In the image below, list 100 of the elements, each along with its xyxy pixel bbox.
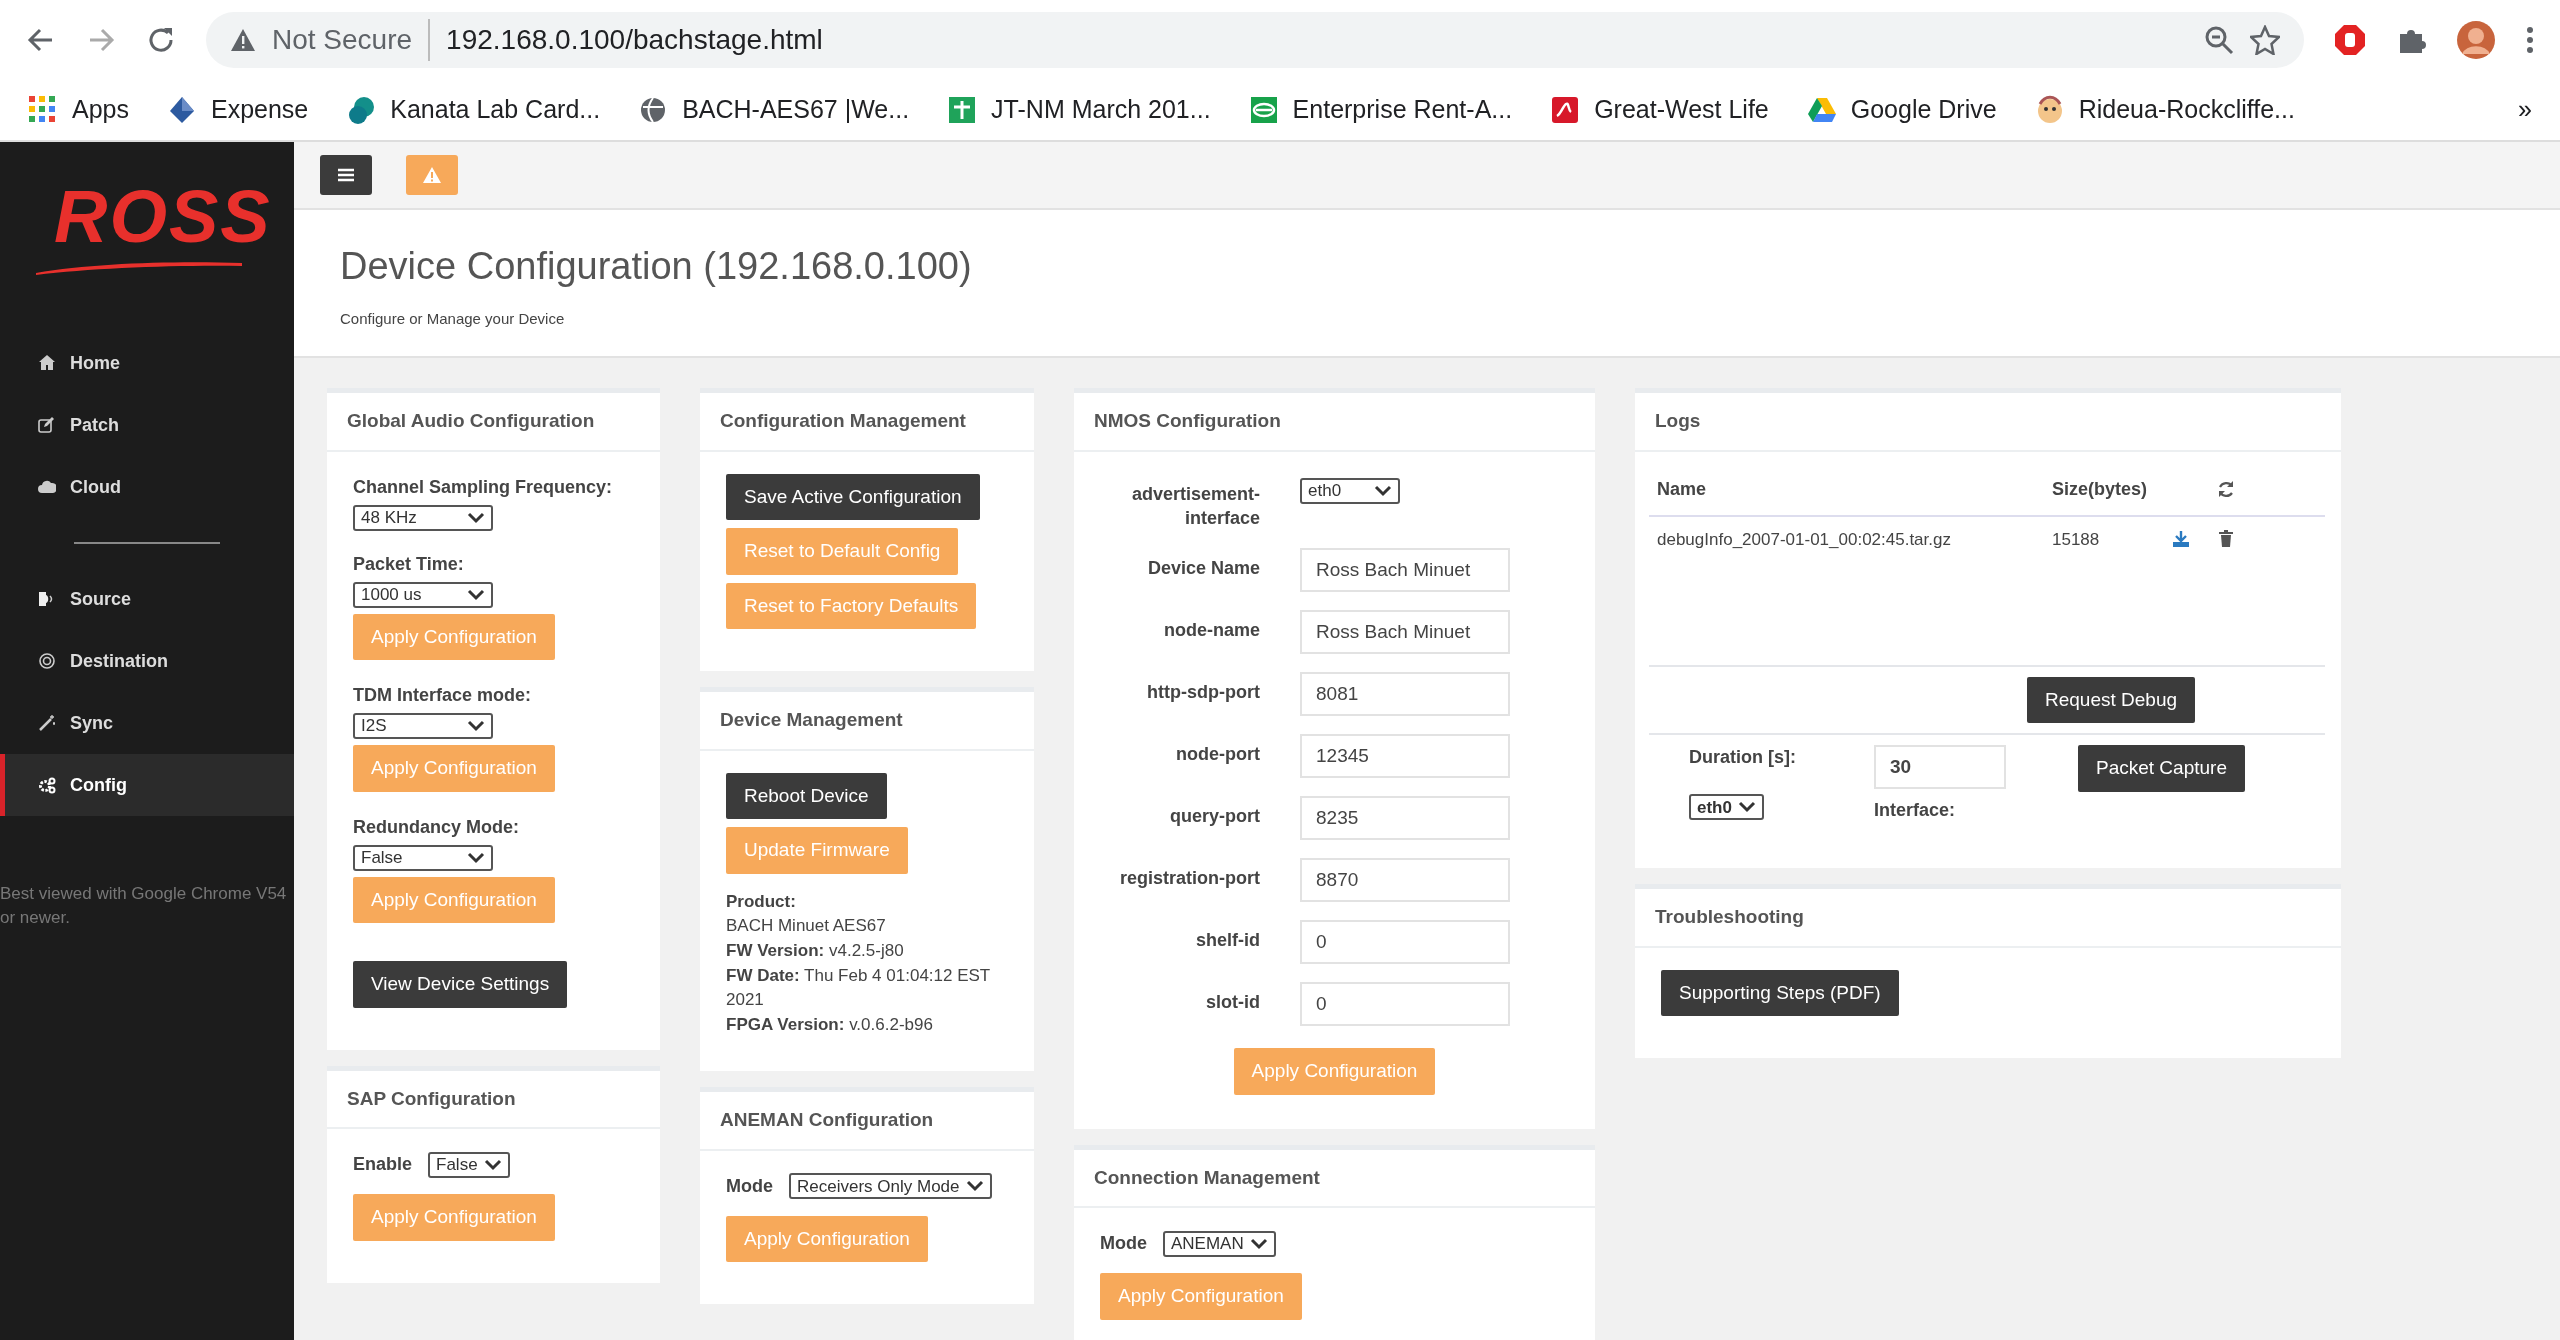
field-label: node-name (1163, 619, 1260, 643)
input-field[interactable]: 30 (1874, 745, 2006, 790)
trash-icon[interactable] (2218, 530, 2234, 549)
script-logo-icon (1550, 95, 1581, 125)
panel-title: Device Management (700, 692, 1034, 751)
field-label: node-port (1175, 743, 1260, 767)
dark-button[interactable]: Packet Capture (2078, 745, 2245, 792)
chevron-icon (1249, 1237, 1268, 1250)
input-field[interactable]: Ross Bach Minuet (1300, 610, 1510, 655)
dropdown[interactable]: I2S (353, 713, 493, 740)
bookmark-link[interactable]: Google Drive (1806, 91, 1997, 129)
field-label: Device Name (1146, 557, 1260, 581)
page-title: Device Configuration (192.168.0.100) (340, 244, 973, 289)
dropdown[interactable]: Receivers Only Mode (789, 1173, 992, 1200)
chevron-icon (467, 511, 485, 524)
field-label: shelf-id (1195, 929, 1260, 953)
field-label: Enable (353, 1153, 413, 1177)
more-icon[interactable] (2526, 25, 2534, 55)
ross-logo: ROSS (34, 180, 272, 278)
info-text: FPGA Version: v.0.6.2-b96 (726, 1013, 934, 1036)
cross-square-icon (947, 95, 978, 125)
table-cell-text: debugInfo_2007-01-01_00:02:45.tar.gz (1657, 528, 1952, 551)
field-label: query-port (1169, 805, 1260, 829)
table-cell-text: 15188 (2052, 528, 2101, 551)
dropdown[interactable]: eth0 (1689, 794, 1764, 821)
input-field[interactable]: 8870 (1300, 858, 1510, 903)
menu-icon (337, 167, 355, 183)
sidebar-item[interactable]: Sync (0, 692, 294, 754)
sidebar-item[interactable]: Config (0, 754, 294, 816)
panel-title: NMOS Configuration (1074, 393, 1595, 452)
security-label: Not Secure (272, 19, 431, 61)
field-label: Interface: (1874, 799, 1957, 823)
chevron-icon (467, 720, 485, 733)
input-field[interactable]: Ross Bach Minuet (1300, 548, 1510, 593)
column-header: Size(bytes) (2052, 477, 2149, 501)
refresh-icon[interactable] (2217, 480, 2235, 499)
zoom-icon[interactable] (2204, 25, 2234, 55)
bookmark-link[interactable]: Apps (28, 91, 129, 129)
dark-button[interactable]: Request Debug (2027, 676, 2196, 724)
warning-icon (230, 28, 256, 52)
page-subtitle: Configure or Manage your Device (340, 308, 566, 329)
dark-button[interactable]: View Device Settings (353, 961, 568, 1008)
field-label: Channel Sampling Frequency: (353, 475, 613, 499)
sidebar-item[interactable]: Cloud (0, 456, 294, 518)
info-text: Product: (726, 890, 797, 913)
panel-title: ANEMAN Configuration (700, 1092, 1034, 1151)
dropdown[interactable]: False (353, 844, 493, 871)
dropdown[interactable]: 1000 us (353, 581, 493, 608)
input-field[interactable]: 8235 (1300, 796, 1510, 841)
field-label: http-sdp-port (1146, 681, 1260, 705)
sidebar-item[interactable]: Destination (0, 630, 294, 692)
panel-title: Connection Management (1074, 1149, 1595, 1209)
menu-button[interactable] (320, 155, 372, 195)
column-header: Name (1657, 477, 1708, 501)
panel-title: Troubleshooting (1635, 889, 2341, 948)
panel-title: Configuration Management (700, 393, 1034, 452)
magic-wand-icon (38, 714, 56, 732)
dropdown[interactable]: eth0 (1300, 477, 1400, 504)
field-label: Redundancy Mode: (353, 815, 519, 839)
apps-grid-icon (28, 95, 58, 125)
edit-icon (38, 416, 56, 434)
input-field[interactable]: 0 (1300, 982, 1510, 1027)
chevron-icon (965, 1180, 984, 1193)
input-field[interactable]: 0 (1300, 920, 1510, 965)
diamond-logo-icon (167, 95, 197, 125)
panel-title: SAP Configuration (327, 1070, 660, 1130)
info-text: FW Version: v4.2.5-j80 (726, 939, 905, 962)
bookmark-link[interactable]: Enterprise Rent-A... (1248, 91, 1513, 129)
share-logo-icon (346, 95, 377, 125)
field-label: Packet Time: (353, 552, 464, 576)
panel-title: Logs (1635, 393, 2341, 452)
overflow-chevron[interactable]: » (2518, 91, 2532, 129)
url-text: 192.168.0.100/bachstage.html (446, 23, 824, 57)
sidebar-item[interactable]: Patch (0, 394, 294, 456)
bookmark-link[interactable]: Expense (167, 91, 309, 129)
target-icon (38, 652, 56, 670)
dark-button[interactable]: Save Active Configuration (726, 473, 980, 521)
bookmark-link[interactable]: JT-NM March 201... (947, 91, 1211, 129)
browser-note: Best viewed with Google Chrome V54 or newer. (0, 883, 288, 929)
dark-button[interactable]: Supporting Steps (PDF) (1661, 969, 1899, 1017)
star-icon[interactable] (2250, 25, 2280, 55)
dark-button[interactable]: Reboot Device (726, 772, 887, 820)
bookmark-link[interactable]: BACH-AES67 |We... (638, 91, 910, 129)
sidebar-item[interactable]: Home (0, 332, 294, 394)
field-label: Mode (726, 1174, 773, 1198)
dropdown[interactable]: 48 KHz (353, 504, 493, 531)
input-field[interactable]: 8081 (1300, 672, 1510, 717)
dropdown[interactable]: False (428, 1151, 510, 1178)
dropdown[interactable]: ANEMAN (1163, 1230, 1276, 1257)
address-bar[interactable]: Not Secure 192.168.0.100/bachstage.html (206, 12, 2304, 68)
sidebar-item[interactable]: Source (0, 568, 294, 630)
download-icon[interactable] (2172, 530, 2190, 549)
bookmark-link[interactable]: Rideua-Rockcliffe... (2034, 91, 2295, 129)
chevron-icon (1737, 801, 1756, 814)
bookmark-link[interactable]: Great-West Life (1550, 91, 1769, 129)
circle-e-icon (1248, 95, 1279, 125)
bookmark-link[interactable]: Kanata Lab Card... (346, 91, 601, 129)
input-field[interactable]: 12345 (1300, 734, 1510, 779)
avatar-icon[interactable] (2456, 20, 2496, 60)
chevron-icon (467, 588, 485, 601)
